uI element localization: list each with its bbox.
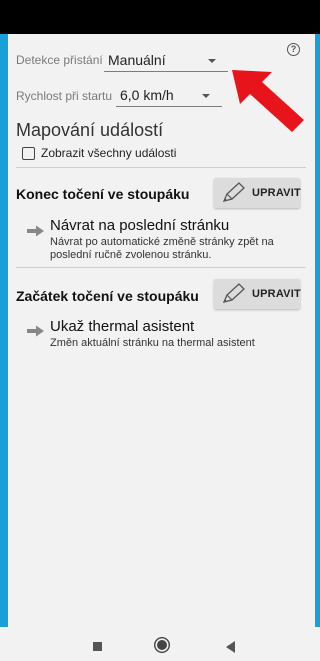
edit-button-label: UPRAVIT <box>252 288 301 300</box>
help-icon[interactable]: ? <box>287 43 300 56</box>
pencil-icon <box>222 283 245 303</box>
event-title: Začátek točení ve stoupáku <box>16 288 199 304</box>
detection-value: Manuální <box>108 52 166 68</box>
chevron-down-icon <box>202 94 210 98</box>
recent-apps-icon[interactable] <box>93 642 102 651</box>
divider <box>16 267 306 268</box>
action-description: Návrat po automatické změně stránky zpět… <box>50 236 274 261</box>
detection-label: Detekce přistání <box>16 53 103 67</box>
speed-label: Rychlost při startu <box>16 89 113 103</box>
back-icon[interactable] <box>226 641 235 653</box>
arrow-right-icon <box>27 225 44 237</box>
edit-button[interactable]: UPRAVIT <box>214 279 301 309</box>
mapping-title: Mapování událostí <box>16 120 164 140</box>
chevron-down-icon <box>208 59 216 63</box>
show-all-events-toggle[interactable]: Zobrazit všechny události <box>22 146 176 160</box>
status-bar <box>0 0 320 34</box>
action-title: Návrat na poslední stránku <box>50 217 230 234</box>
pencil-icon <box>222 182 245 202</box>
detection-row: Detekce přistání <box>16 53 103 67</box>
event-title: Konec točení ve stoupáku <box>16 186 190 202</box>
speed-row: Rychlost při startu <box>16 89 112 103</box>
edit-button[interactable]: UPRAVIT <box>214 178 301 208</box>
home-icon[interactable] <box>157 640 167 650</box>
arrow-right-icon <box>27 325 44 337</box>
speed-dropdown[interactable]: 6,0 km/h <box>116 86 222 107</box>
divider <box>16 167 306 168</box>
detection-dropdown[interactable]: Manuální <box>104 51 228 72</box>
action-description: Změn aktuální stránku na thermal asisten… <box>50 337 255 349</box>
speed-value: 6,0 km/h <box>120 87 174 103</box>
edit-button-label: UPRAVIT <box>252 187 301 199</box>
action-title: Ukaž thermal asistent <box>50 318 195 335</box>
annotation-arrow-icon <box>232 70 304 132</box>
show-all-checkbox[interactable] <box>22 146 35 160</box>
show-all-label: Zobrazit všechny události <box>41 146 177 160</box>
